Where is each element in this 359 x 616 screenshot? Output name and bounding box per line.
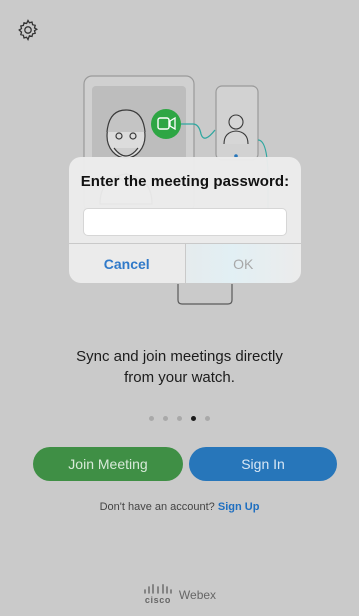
cisco-logo: cisco — [143, 584, 173, 605]
cisco-bars-icon — [144, 584, 172, 594]
sign-up-link[interactable]: Sign Up — [218, 501, 260, 513]
page-dot[interactable] — [177, 416, 182, 421]
cancel-button[interactable]: Cancel — [69, 244, 186, 283]
footer-brand: cisco Webex — [0, 584, 359, 605]
sign-in-button[interactable]: Sign In — [189, 447, 337, 481]
tagline-line-2: from your watch. — [124, 369, 235, 386]
screen: Enter the meeting password: Cancel OK Sy… — [0, 0, 359, 616]
ok-button[interactable]: OK — [185, 244, 301, 283]
signup-prompt: Don't have an account? Sign Up — [0, 501, 359, 513]
page-dot[interactable] — [205, 416, 210, 421]
tagline-line-1: Sync and join meetings directly — [76, 348, 283, 365]
page-dot[interactable] — [163, 416, 168, 421]
signup-prompt-text: Don't have an account? — [99, 501, 215, 513]
webex-wordmark: Webex — [178, 587, 217, 602]
onboarding-tagline: Sync and join meetings directly from you… — [0, 346, 359, 388]
dialog-actions: Cancel OK — [69, 243, 301, 283]
password-input[interactable] — [83, 208, 287, 236]
cisco-wordmark: cisco — [144, 595, 171, 605]
page-dot[interactable] — [191, 416, 196, 421]
password-dialog: Enter the meeting password: Cancel OK — [69, 157, 301, 283]
dialog-title: Enter the meeting password: — [80, 173, 290, 190]
page-indicator[interactable] — [0, 416, 359, 421]
gear-icon[interactable] — [16, 18, 40, 42]
page-dot[interactable] — [149, 416, 154, 421]
join-meeting-button[interactable]: Join Meeting — [33, 447, 183, 481]
